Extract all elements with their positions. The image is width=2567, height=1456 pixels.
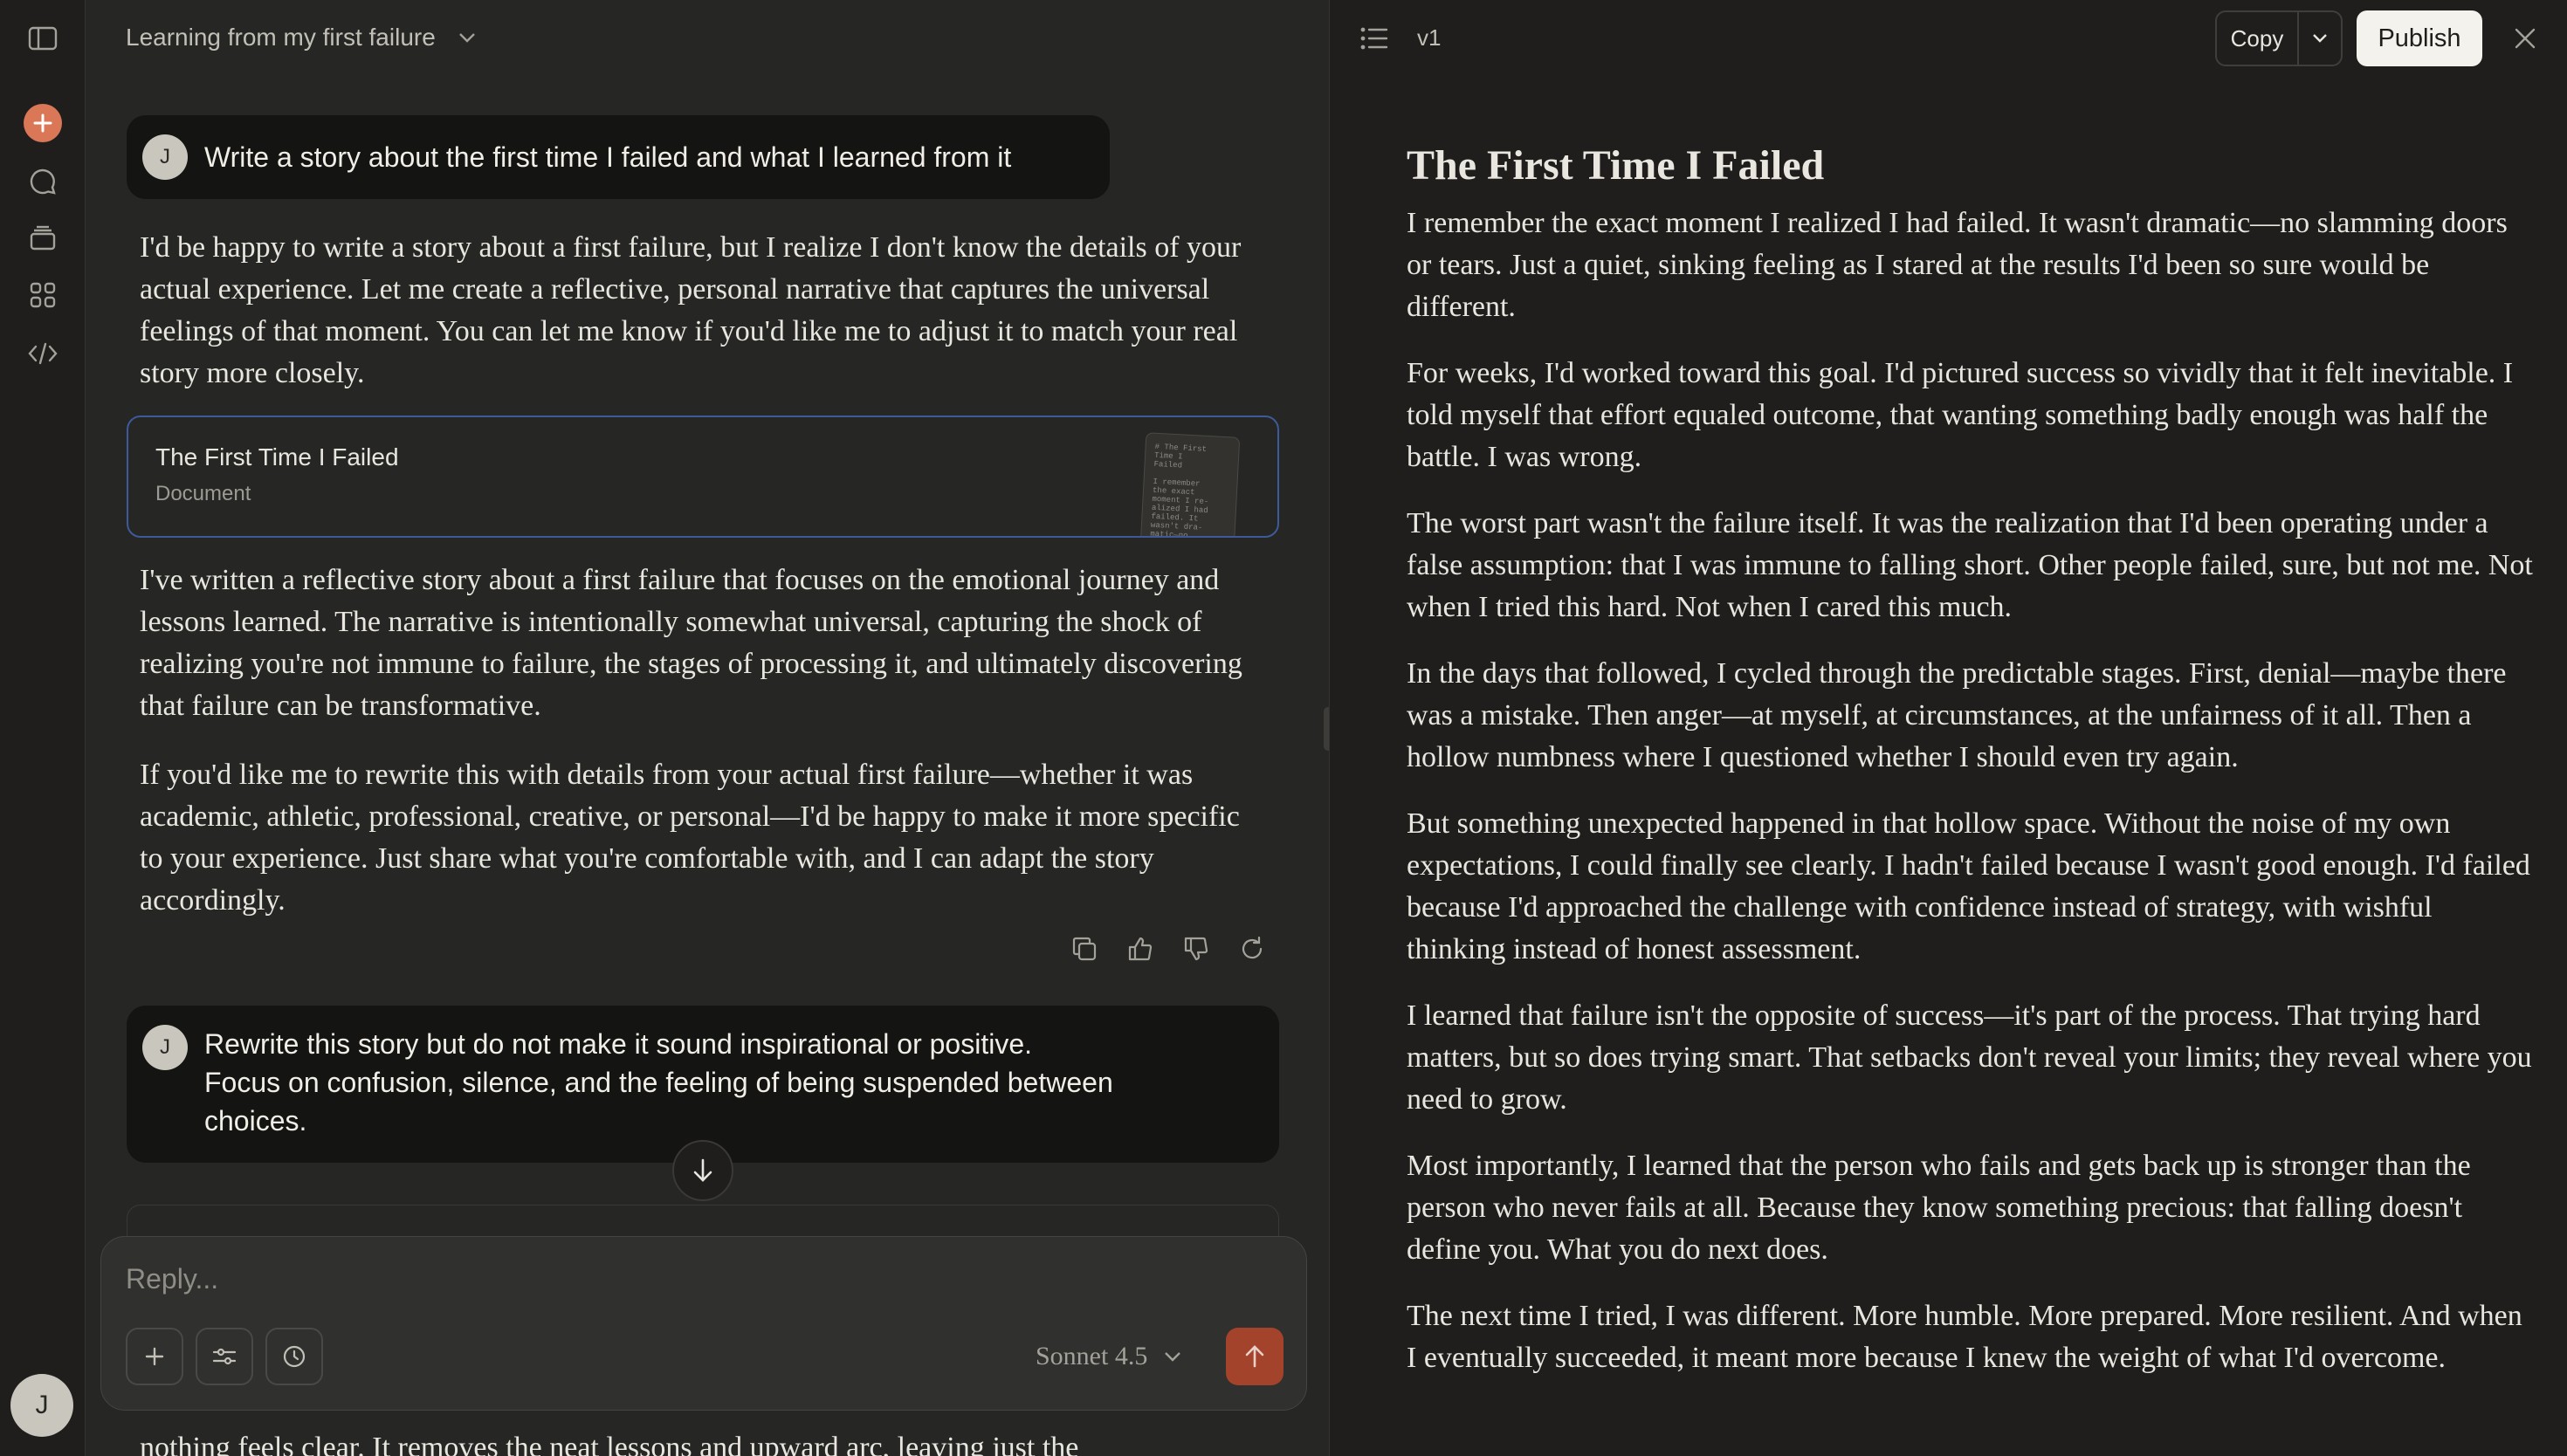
- artifact-paragraph: The next time I tried, I was different. …: [1407, 1300, 2522, 1374]
- assistant-message-text: If you'd like me to rewrite this with de…: [140, 759, 1240, 917]
- artifacts-icon[interactable]: [24, 277, 61, 313]
- artifact-header: v1 Copy Publish: [1330, 0, 2567, 77]
- code-icon[interactable]: [24, 335, 61, 372]
- list-icon[interactable]: [1356, 20, 1393, 57]
- artifact-paragraph: But something unexpected happened in tha…: [1407, 807, 2530, 965]
- artifact-title: The First Time I Failed: [1407, 142, 1825, 189]
- assistant-message-partial: nothing feels clear. It removes the neat…: [140, 1432, 1079, 1456]
- artifact-paragraph: I remember the exact moment I realized I…: [1407, 207, 2508, 323]
- artifact-version[interactable]: v1: [1417, 24, 1441, 52]
- model-name: Sonnet 4.5: [1036, 1342, 1148, 1370]
- copy-button[interactable]: Copy: [2217, 12, 2299, 65]
- user-message-line: Focus on confusion, silence, and the fee…: [204, 1067, 1113, 1098]
- thumbs-up-icon[interactable]: [1122, 931, 1159, 967]
- retry-icon[interactable]: [1234, 931, 1270, 967]
- settings-sliders-button[interactable]: [196, 1328, 253, 1385]
- user-message: J Write a story about the first time I f…: [127, 115, 1110, 199]
- chats-icon[interactable]: [24, 163, 61, 200]
- chat-title[interactable]: Learning from my first failure: [126, 24, 436, 52]
- sidebar-toggle-icon[interactable]: [24, 20, 61, 57]
- artifact-card-title: The First Time I Failed: [155, 443, 399, 470]
- publish-button[interactable]: Publish: [2357, 10, 2482, 66]
- artifact-card[interactable]: The First Time I Failed Document # The F…: [127, 416, 1279, 538]
- thumbs-down-icon[interactable]: [1178, 931, 1215, 967]
- artifact-paragraph: I learned that failure isn't the opposit…: [1407, 999, 2532, 1116]
- add-attachment-button[interactable]: [126, 1328, 183, 1385]
- user-message: J Rewrite this story but do not make it …: [127, 1006, 1279, 1163]
- message-actions: [1066, 931, 1270, 967]
- copy-options-button[interactable]: [2299, 12, 2341, 65]
- chevron-down-icon[interactable]: [457, 31, 478, 45]
- user-message-avatar: J: [142, 134, 188, 180]
- artifact-paragraph: In the days that followed, I cycled thro…: [1407, 657, 2507, 773]
- message-composer: Sonnet 4.5: [100, 1236, 1307, 1411]
- artifact-paragraph: For weeks, I'd worked toward this goal. …: [1407, 357, 2514, 473]
- user-message-line: Rewrite this story but do not make it so…: [204, 1028, 1033, 1060]
- model-selector[interactable]: Sonnet 4.5: [1036, 1342, 1182, 1371]
- artifact-document: The First Time I Failed I remember the e…: [1407, 140, 2533, 1404]
- projects-icon[interactable]: [24, 220, 61, 257]
- chat-header: Learning from my first failure: [86, 0, 1328, 75]
- user-avatar[interactable]: J: [10, 1374, 73, 1437]
- user-message-text: Write a story about the first time I fai…: [204, 141, 1012, 173]
- history-button[interactable]: [265, 1328, 323, 1385]
- artifact-paragraph: Most importantly, I learned that the per…: [1407, 1150, 2471, 1266]
- scroll-to-bottom-button[interactable]: [672, 1140, 733, 1201]
- artifact-card-subtitle: Document: [155, 482, 251, 505]
- assistant-message-text: I'd be happy to write a story about a fi…: [140, 231, 1242, 389]
- chat-panel: Learning from my first failure J Write a…: [86, 0, 1328, 1456]
- close-icon[interactable]: [2507, 20, 2543, 57]
- user-message-line: choices.: [204, 1105, 307, 1137]
- left-rail: J: [0, 0, 86, 1456]
- new-chat-button[interactable]: [24, 104, 62, 142]
- assistant-message-text: I've written a reflective story about a …: [140, 564, 1242, 722]
- artifact-panel: v1 Copy Publish The First Time I Failed …: [1329, 0, 2567, 1456]
- chevron-down-icon: [2313, 34, 2327, 43]
- copy-button-group: Copy: [2215, 10, 2343, 66]
- reply-input[interactable]: [126, 1263, 912, 1295]
- chevron-down-icon: [1165, 1352, 1181, 1362]
- copy-icon[interactable]: [1066, 931, 1103, 967]
- artifact-thumbnail: # The First Time I Failed I remember the…: [1139, 432, 1241, 536]
- send-button[interactable]: [1226, 1328, 1284, 1385]
- user-message-avatar: J: [142, 1025, 188, 1070]
- artifact-paragraph: The worst part wasn't the failure itself…: [1407, 507, 2533, 623]
